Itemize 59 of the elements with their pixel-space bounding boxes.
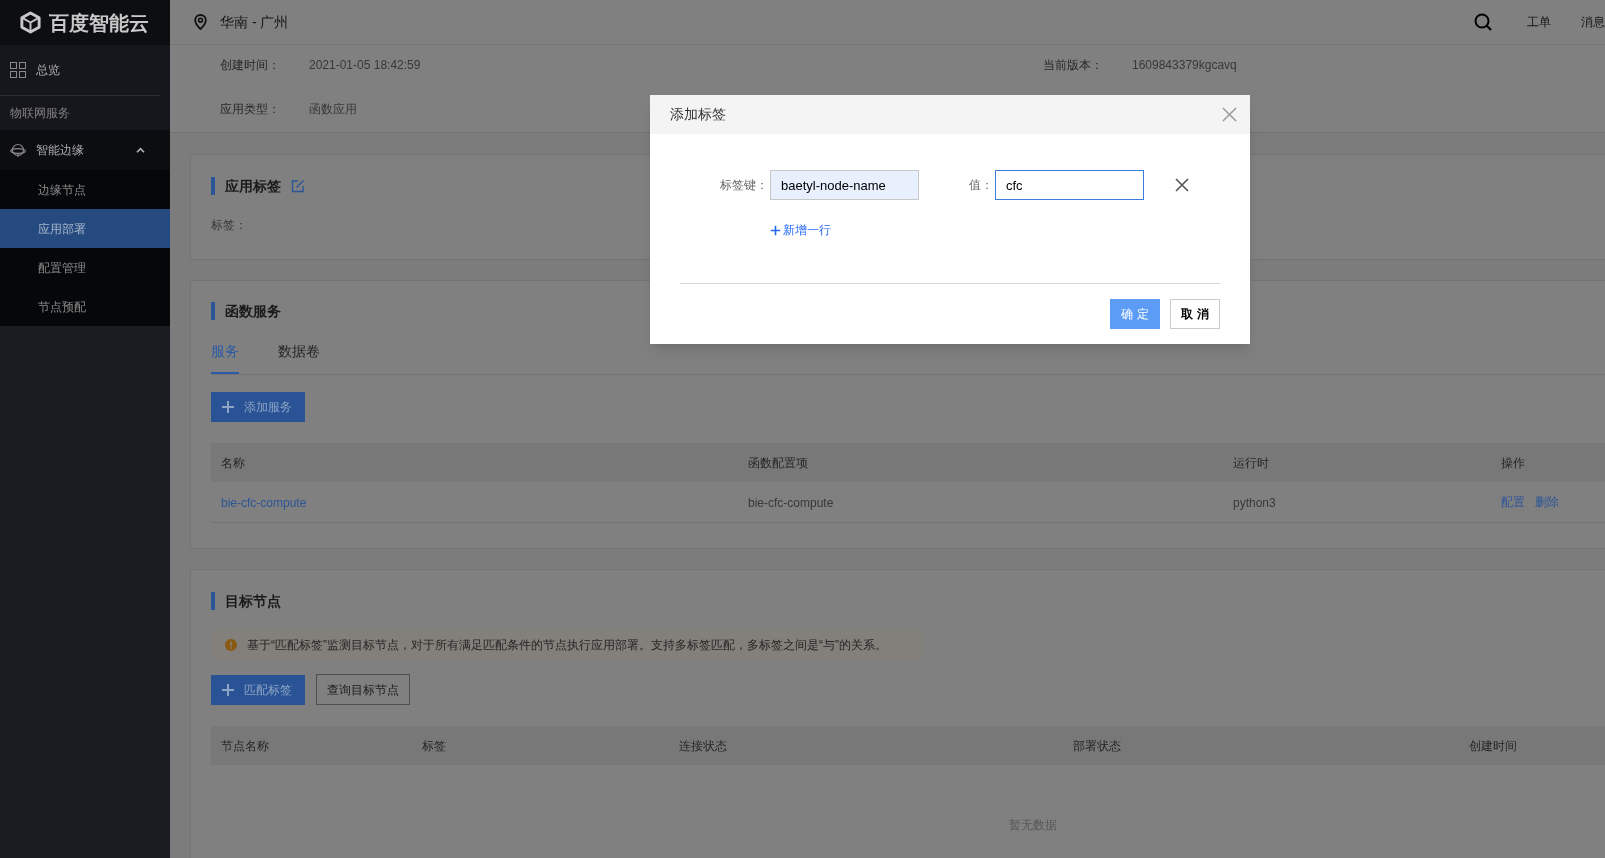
field-label: 创建时间：	[220, 57, 281, 74]
location-pin-icon	[194, 14, 207, 30]
primary-button[interactable]: 添加服务	[211, 392, 305, 422]
field-label: 值：	[969, 177, 994, 194]
field-value: 2021-01-05 18:42:59	[309, 57, 421, 74]
column-header: 节点名称	[220, 737, 270, 755]
cancel-button[interactable]: 取 消	[1170, 299, 1220, 329]
key-input[interactable]: baetyl-node-name	[770, 170, 919, 200]
dialog-title: 添加标签	[670, 105, 726, 124]
value-input[interactable]: cfc	[995, 170, 1144, 200]
plus-icon	[770, 224, 781, 236]
table-cell: python3	[1233, 496, 1276, 510]
sidebar-item[interactable]: 应用部署	[0, 209, 170, 248]
field-label: 应用类型：	[220, 101, 281, 118]
header-link[interactable]: 工单	[1527, 13, 1551, 31]
grid-icon	[10, 62, 26, 78]
sidebar-item[interactable]: 节点预配	[0, 287, 170, 326]
plus-icon	[221, 682, 235, 697]
search-icon[interactable]	[1474, 13, 1492, 31]
add-row-link[interactable]: 新增一行	[770, 222, 831, 238]
sidebar-item[interactable]: 边缘节点	[0, 170, 170, 209]
panel-title: 函数服务	[225, 302, 281, 320]
title-accent-bar	[211, 302, 215, 320]
sidebar-item[interactable]: 配置管理	[0, 248, 170, 287]
column-header: 运行时	[1232, 454, 1270, 472]
delete-row-icon[interactable]	[1175, 178, 1189, 192]
sidebar-group[interactable]: 智能边缘	[0, 130, 170, 170]
header-link[interactable]: 消息	[1581, 13, 1605, 31]
column-header: 创建时间	[1468, 737, 1518, 755]
panel-title: 目标节点	[225, 592, 281, 610]
column-header: 部署状态	[1072, 737, 1122, 755]
column-header: 连接状态	[678, 737, 728, 755]
sidebar-section-label: 物联网服务	[9, 105, 70, 122]
title-accent-bar	[211, 177, 215, 195]
region-selector[interactable]: 华南 - 广州	[220, 11, 289, 33]
column-header: 标签	[421, 737, 447, 755]
column-header: 函数配置项	[747, 454, 809, 472]
field-value: 函数应用	[309, 101, 357, 118]
close-icon[interactable]	[1222, 107, 1237, 122]
column-header: 操作	[1500, 454, 1526, 472]
column-header: 名称	[220, 454, 246, 472]
notice-text: 基于“匹配标签”监测目标节点，对于所有满足匹配条件的节点执行应用部署。支持多标签匹配，多标签之间是“与”的关系。	[247, 636, 887, 654]
orbit-icon	[10, 142, 26, 158]
confirm-button[interactable]: 确 定	[1110, 299, 1160, 329]
logo-text: 百度智能云	[49, 10, 149, 35]
field-value: 1609843379kgcavq	[1132, 57, 1237, 74]
query-button[interactable]: 查询目标节点	[316, 674, 410, 705]
field-label: 当前版本：	[1043, 57, 1104, 74]
field-label: 标签键：	[720, 177, 763, 194]
panel-title: 应用标签	[225, 177, 281, 195]
table-cell: bie-cfc-compute	[748, 496, 834, 510]
tab[interactable]: 数据卷	[278, 343, 320, 374]
plus-icon	[221, 400, 235, 414]
sidebar-item[interactable]: 总览	[0, 45, 170, 95]
title-accent-bar	[211, 592, 215, 610]
warning-icon	[225, 638, 237, 651]
primary-button[interactable]: 匹配标签	[211, 674, 305, 705]
cube-logo-icon	[19, 11, 42, 34]
field-label: 标签：	[211, 217, 247, 233]
